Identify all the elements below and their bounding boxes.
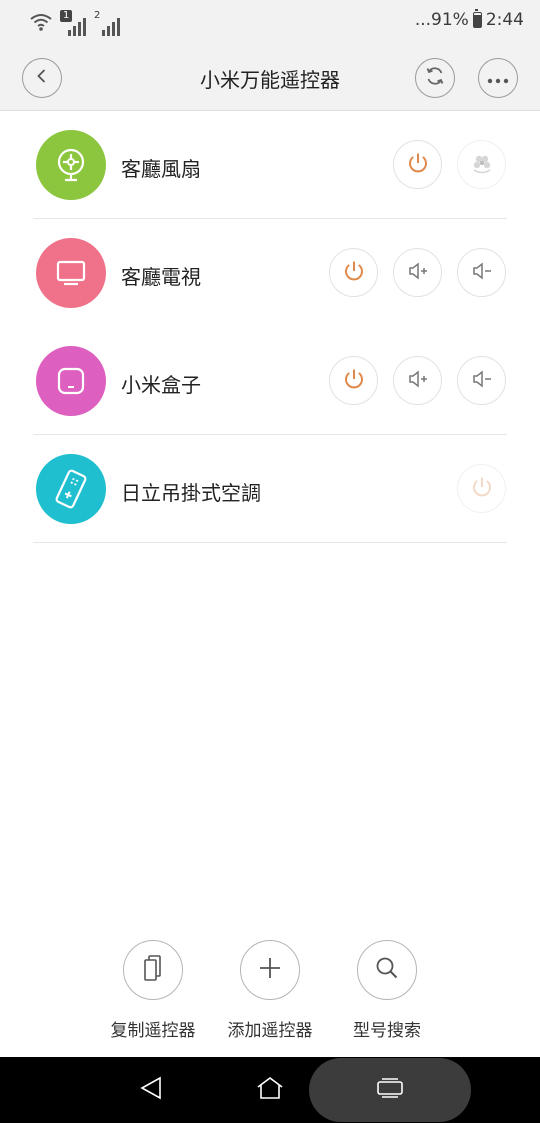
bottom-actions: 复制遥控器 添加遥控器 型号搜索 (0, 940, 540, 1041)
home-icon (255, 1075, 285, 1105)
plus-icon (258, 956, 282, 984)
device-row-tv[interactable]: 客廳電視 (0, 219, 540, 327)
device-row-ac[interactable]: 日立吊掛式空調 (0, 435, 540, 543)
power-button[interactable] (393, 140, 442, 189)
tv-icon (36, 238, 106, 308)
system-nav-bar (0, 1057, 540, 1123)
volume-up-button[interactable] (393, 248, 442, 297)
power-icon (342, 367, 366, 395)
sim2-badge: 2 (94, 10, 101, 21)
power-icon (470, 475, 494, 503)
tv-box-icon (36, 346, 106, 416)
copy-remote-button[interactable]: 复制遥控器 (93, 940, 213, 1041)
sim1-badge: 1 (60, 10, 73, 22)
row-divider (33, 542, 507, 543)
model-search-circle[interactable] (357, 940, 417, 1000)
device-name: 客廳電視 (121, 265, 201, 289)
signal-sim1-icon: 1 (60, 10, 86, 36)
copy-remote-circle[interactable] (123, 940, 183, 1000)
device-name: 客廳風扇 (121, 157, 201, 181)
recents-icon (376, 1077, 404, 1103)
power-icon (342, 259, 366, 287)
volume-up-button[interactable] (393, 356, 442, 405)
add-remote-button[interactable]: 添加遥控器 (210, 940, 330, 1041)
fan-icon (36, 130, 106, 200)
add-remote-circle[interactable] (240, 940, 300, 1000)
app-header: 小米万能遥控器 (0, 44, 540, 111)
model-search-label: 型号搜索 (353, 1021, 421, 1041)
volume-down-button[interactable] (457, 248, 506, 297)
nav-recents-button[interactable] (375, 1075, 405, 1105)
add-remote-label: 添加遥控器 (227, 1021, 313, 1041)
volume-down-button[interactable] (457, 356, 506, 405)
page-title: 小米万能遥控器 (200, 68, 340, 92)
ac-remote-icon (36, 454, 106, 524)
sync-button[interactable] (415, 58, 455, 98)
power-icon (406, 151, 430, 179)
device-list: 客廳風扇 客廳電視 小米盒子 日立吊掛式空調 (0, 111, 540, 543)
more-icon (487, 69, 509, 88)
sync-icon (424, 65, 446, 91)
device-name: 小米盒子 (121, 373, 201, 397)
battery-percent: ...91% (414, 10, 469, 30)
copy-remote-label: 复制遥控器 (110, 1021, 196, 1041)
search-icon (374, 955, 400, 985)
clock: 2:44 (485, 10, 524, 30)
power-button-disabled[interactable] (457, 464, 506, 513)
device-name: 日立吊掛式空調 (121, 481, 261, 505)
volume-down-icon (470, 259, 494, 287)
volume-up-icon (406, 259, 430, 287)
power-button[interactable] (329, 356, 378, 405)
nav-back-button[interactable] (136, 1075, 166, 1105)
signal-sim2-icon: 2 (94, 10, 120, 36)
nav-home-button[interactable] (255, 1075, 285, 1105)
volume-up-icon (406, 367, 430, 395)
triangle-back-icon (138, 1075, 164, 1105)
copy-icon (140, 953, 166, 987)
volume-down-icon (470, 367, 494, 395)
fan-swing-icon (469, 150, 495, 180)
device-row-fan[interactable]: 客廳風扇 (0, 111, 540, 219)
wifi-icon (30, 12, 52, 36)
status-bar: 1 2 ...91% 2:44 (0, 0, 540, 44)
more-button[interactable] (478, 58, 518, 98)
model-search-button[interactable]: 型号搜索 (327, 940, 447, 1041)
power-button[interactable] (329, 248, 378, 297)
battery-icon (472, 9, 482, 28)
device-row-mibox[interactable]: 小米盒子 (0, 327, 540, 435)
fan-swing-button[interactable] (457, 140, 506, 189)
